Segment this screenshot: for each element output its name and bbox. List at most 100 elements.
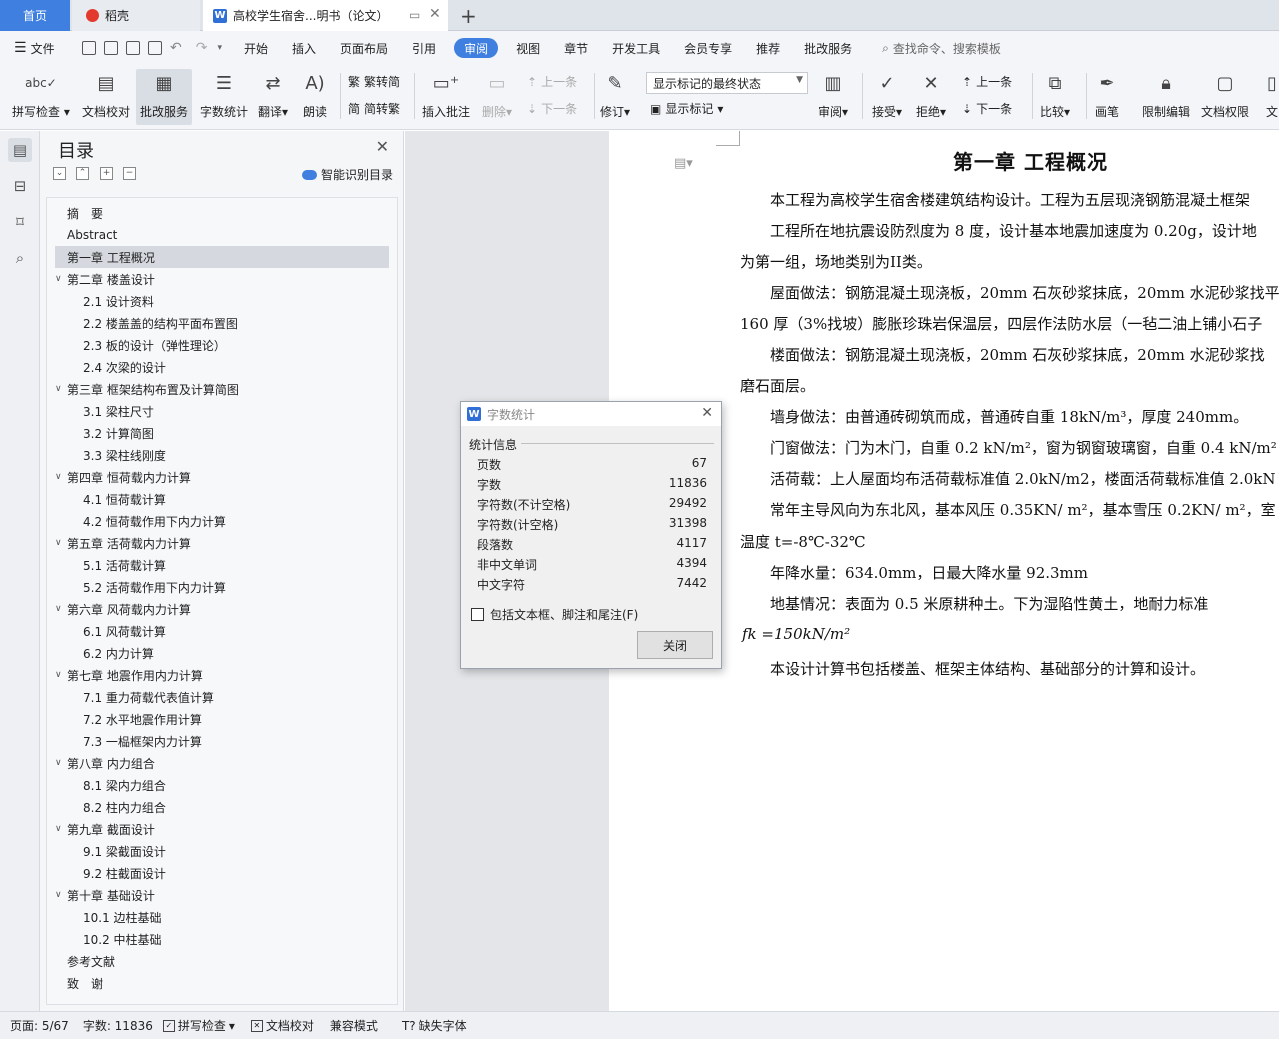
- chevron-down-icon[interactable]: ∨: [55, 824, 67, 834]
- float-window-icon[interactable]: ▭: [409, 8, 420, 22]
- quick-access-more-icon[interactable]: ▾: [217, 43, 222, 53]
- collapse-all-icon[interactable]: ⌃: [76, 167, 89, 180]
- menu-member[interactable]: 会员专享: [672, 38, 744, 58]
- nav-tree-icon[interactable]: ⊟: [8, 174, 32, 198]
- missing-font-button[interactable]: T? 缺失字体: [402, 1017, 467, 1034]
- doc-proofread-status[interactable]: ✕ 文档校对: [250, 1017, 314, 1034]
- toc-item[interactable]: 2.4 次梁的设计: [55, 356, 389, 378]
- close-button[interactable]: 关闭: [637, 631, 713, 659]
- simp-to-trad-button[interactable]: 简 简转繁: [348, 100, 400, 117]
- tab-document[interactable]: W 高校学生宿舍...明书（论文） ▭ ✕: [203, 0, 448, 31]
- prev-comment-button[interactable]: ⇡ 上一条: [527, 73, 577, 90]
- show-markup-button[interactable]: ▣ 显示标记 ▾: [650, 100, 723, 117]
- undo-icon[interactable]: ↶: [170, 40, 182, 56]
- print-icon[interactable]: [126, 41, 140, 55]
- save-icon[interactable]: [82, 41, 96, 55]
- chevron-down-icon[interactable]: ∨: [55, 758, 67, 768]
- toc-item[interactable]: 10.1 边柱基础: [55, 906, 389, 928]
- toc-item[interactable]: 2.3 板的设计（弹性理论）: [55, 334, 389, 356]
- menu-correction[interactable]: 批改服务: [792, 38, 864, 58]
- pen-button[interactable]: ✒ 画笔: [1094, 69, 1120, 120]
- toc-item[interactable]: 4.2 恒荷载作用下内力计算: [55, 510, 389, 532]
- toc-item[interactable]: 5.2 活荷载作用下内力计算: [55, 576, 389, 598]
- toc-item[interactable]: ∨ 第三章 框架结构布置及计算简图: [55, 378, 389, 400]
- include-footnotes-checkbox[interactable]: 包括文本框、脚注和尾注(F): [471, 606, 638, 623]
- next-change-button[interactable]: ⇣ 下一条: [962, 100, 1012, 117]
- toc-item[interactable]: 3.2 计算简图: [55, 422, 389, 444]
- add-level-icon[interactable]: +: [100, 167, 113, 180]
- print-preview-icon[interactable]: [148, 41, 162, 55]
- chevron-down-icon[interactable]: ∨: [55, 472, 67, 482]
- menu-recommend[interactable]: 推荐: [744, 38, 792, 58]
- toc-panel-icon[interactable]: ▤: [8, 138, 32, 162]
- tab-daoke[interactable]: 稻壳: [72, 0, 200, 31]
- menu-devtools[interactable]: 开发工具: [600, 38, 672, 58]
- tab-home[interactable]: 首页: [0, 0, 70, 31]
- toc-item[interactable]: 9.1 梁截面设计: [55, 840, 389, 862]
- page-indicator[interactable]: 页面: 5/67: [10, 1017, 69, 1034]
- menu-start[interactable]: 开始: [232, 38, 280, 58]
- spell-check-button[interactable]: abc✓ 拼写检查 ▾: [12, 69, 70, 120]
- toc-item[interactable]: 4.1 恒荷载计算: [55, 488, 389, 510]
- toc-item[interactable]: ∨ 第六章 风荷载内力计算: [55, 598, 389, 620]
- page-menu-icon[interactable]: ▤▾: [674, 156, 693, 171]
- spell-check-toggle[interactable]: ✓ 拼写检查 ▾: [162, 1017, 235, 1034]
- new-tab-plus-icon[interactable]: +: [460, 4, 477, 28]
- next-comment-button[interactable]: ⇣ 下一条: [527, 100, 577, 117]
- compare-button[interactable]: ⧉ 比较▾: [1040, 69, 1070, 120]
- menu-review[interactable]: 审阅: [454, 38, 499, 58]
- toc-item[interactable]: ∨ 第八章 内力组合: [55, 752, 389, 774]
- search-icon[interactable]: ⌕: [8, 246, 32, 270]
- trad-to-simp-button[interactable]: 繁 繁转简: [348, 73, 400, 90]
- close-icon[interactable]: ✕: [701, 405, 713, 421]
- accept-button[interactable]: ✓ 接受▾: [872, 69, 902, 120]
- toc-item[interactable]: ∨ 第十章 基础设计: [55, 884, 389, 906]
- chevron-down-icon[interactable]: ∨: [55, 604, 67, 614]
- delete-comment-button[interactable]: ▭ 删除▾: [482, 69, 512, 120]
- review-pane-button[interactable]: ▥ 审阅▾: [818, 69, 848, 120]
- prev-change-button[interactable]: ⇡ 上一条: [962, 73, 1012, 90]
- toc-item[interactable]: 7.1 重力荷载代表值计算: [55, 686, 389, 708]
- reject-button[interactable]: ✕ 拒绝▾: [916, 69, 946, 120]
- chevron-down-icon[interactable]: ∨: [55, 274, 67, 284]
- toc-item[interactable]: 参考文献: [55, 950, 389, 972]
- chevron-down-icon[interactable]: ∨: [55, 384, 67, 394]
- toc-item[interactable]: Abstract: [55, 224, 389, 246]
- menu-chapter[interactable]: 章节: [552, 38, 600, 58]
- doc-proofread-button[interactable]: ▤ 文档校对: [82, 69, 130, 120]
- file-menu[interactable]: ☰ 文件: [0, 40, 74, 57]
- toc-item[interactable]: 5.1 活荷载计算: [55, 554, 389, 576]
- toc-item[interactable]: 10.2 中柱基础: [55, 928, 389, 950]
- toc-item[interactable]: ∨ 第二章 楼盖设计: [55, 268, 389, 290]
- toc-item[interactable]: 摘 要: [55, 202, 389, 224]
- chevron-down-icon[interactable]: ∨: [55, 890, 67, 900]
- command-search[interactable]: ⌕ 查找命令、搜索模板: [882, 40, 1001, 57]
- insert-comment-button[interactable]: ▭⁺ 插入批注: [422, 69, 470, 120]
- toc-item[interactable]: 2.2 楼盖盖的结构平面布置图: [55, 312, 389, 334]
- toc-item[interactable]: 第一章 工程概况: [55, 246, 389, 268]
- export-pdf-icon[interactable]: [104, 41, 118, 55]
- chevron-down-icon[interactable]: ∨: [55, 538, 67, 548]
- toc-item[interactable]: 6.2 内力计算: [55, 642, 389, 664]
- toc-item[interactable]: 8.1 梁内力组合: [55, 774, 389, 796]
- translate-button[interactable]: ⇄ 翻译▾: [258, 69, 288, 120]
- word-count-indicator[interactable]: 字数: 11836: [83, 1017, 153, 1034]
- toc-item[interactable]: 致 谢: [55, 972, 389, 994]
- close-icon[interactable]: ✕: [376, 137, 389, 156]
- toc-item[interactable]: 3.1 梁柱尺寸: [55, 400, 389, 422]
- toc-item[interactable]: ∨ 第四章 恒荷载内力计算: [55, 466, 389, 488]
- remove-level-icon[interactable]: −: [123, 167, 136, 180]
- read-aloud-button[interactable]: A) 朗读: [302, 69, 328, 120]
- correction-service-button[interactable]: ▦ 批改服务: [136, 69, 193, 125]
- bookmark-icon[interactable]: ⌑: [8, 210, 32, 234]
- toc-item[interactable]: 8.2 柱内力组合: [55, 796, 389, 818]
- chevron-down-icon[interactable]: ∨: [55, 670, 67, 680]
- smart-toc-button[interactable]: 智能识别目录: [301, 166, 393, 183]
- restrict-edit-button[interactable]: 🔒︎ 限制编辑: [1142, 69, 1190, 120]
- toc-item[interactable]: ∨ 第五章 活荷载内力计算: [55, 532, 389, 554]
- doc-permission-button[interactable]: ▢ 文档权限: [1201, 69, 1249, 120]
- toc-item[interactable]: 9.2 柱截面设计: [55, 862, 389, 884]
- toc-item[interactable]: 7.2 水平地震作用计算: [55, 708, 389, 730]
- expand-all-icon[interactable]: ⌄: [53, 167, 66, 180]
- toc-item[interactable]: 7.3 一榀框架内力计算: [55, 730, 389, 752]
